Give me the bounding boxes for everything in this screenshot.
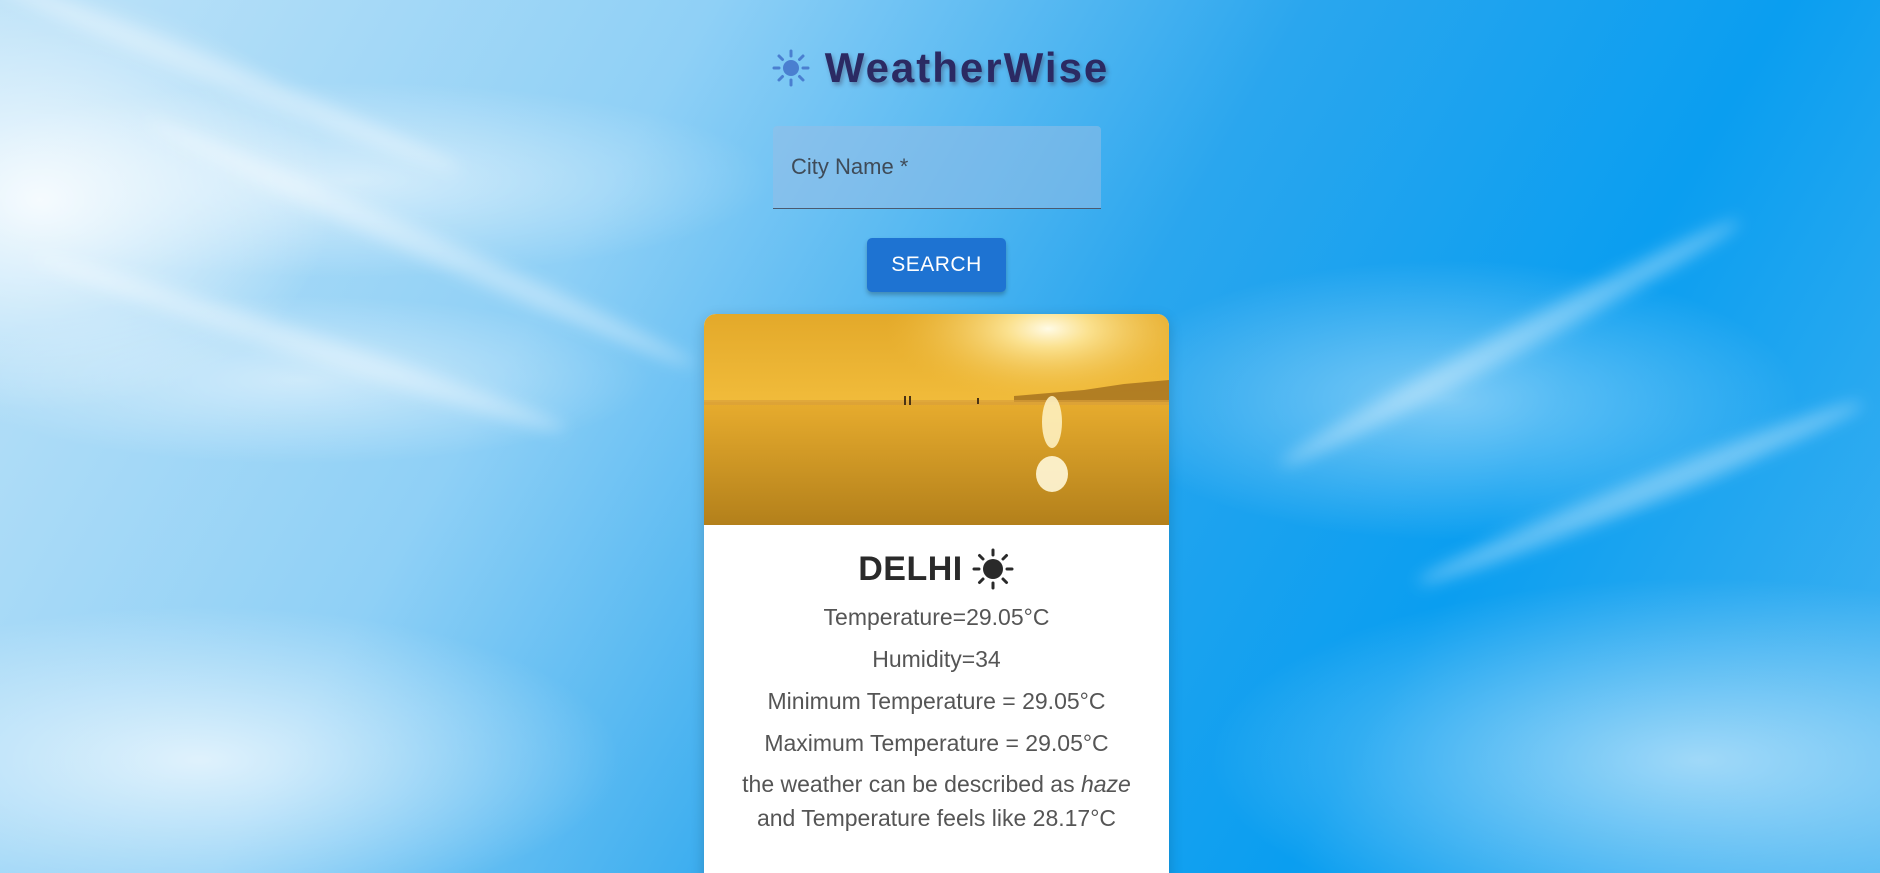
sun-icon bbox=[772, 49, 810, 87]
search-button[interactable]: SEARCH bbox=[867, 238, 1006, 292]
weather-description: the weather can be described as haze and… bbox=[704, 767, 1169, 835]
feels-like-text: and Temperature feels like 28.17°C bbox=[756, 805, 1117, 831]
sun-icon bbox=[972, 548, 1014, 590]
weather-image bbox=[704, 314, 1169, 525]
description-prefix: the weather can be described as bbox=[742, 771, 1075, 797]
humidity-text: Humidity=34 bbox=[872, 646, 1001, 672]
temperature-text: Temperature=29.05°C bbox=[823, 604, 1050, 630]
weather-card: DELHI Temperature=29.05°C Humidity=34 Mi… bbox=[704, 314, 1169, 873]
city-search-field[interactable] bbox=[773, 126, 1101, 209]
city-name-input[interactable] bbox=[773, 126, 1101, 208]
app-title: WeatherWise bbox=[824, 44, 1110, 91]
min-temperature-text: Minimum Temperature = 29.05°C bbox=[767, 688, 1106, 714]
app-header: WeatherWise bbox=[0, 44, 1880, 92]
city-name: DELHI bbox=[858, 549, 963, 588]
city-heading: DELHI bbox=[704, 547, 1169, 591]
max-temperature-text: Maximum Temperature = 29.05°C bbox=[764, 730, 1109, 756]
page: WeatherWise SEARCH bbox=[0, 0, 1880, 873]
description-value: haze bbox=[1080, 771, 1131, 797]
